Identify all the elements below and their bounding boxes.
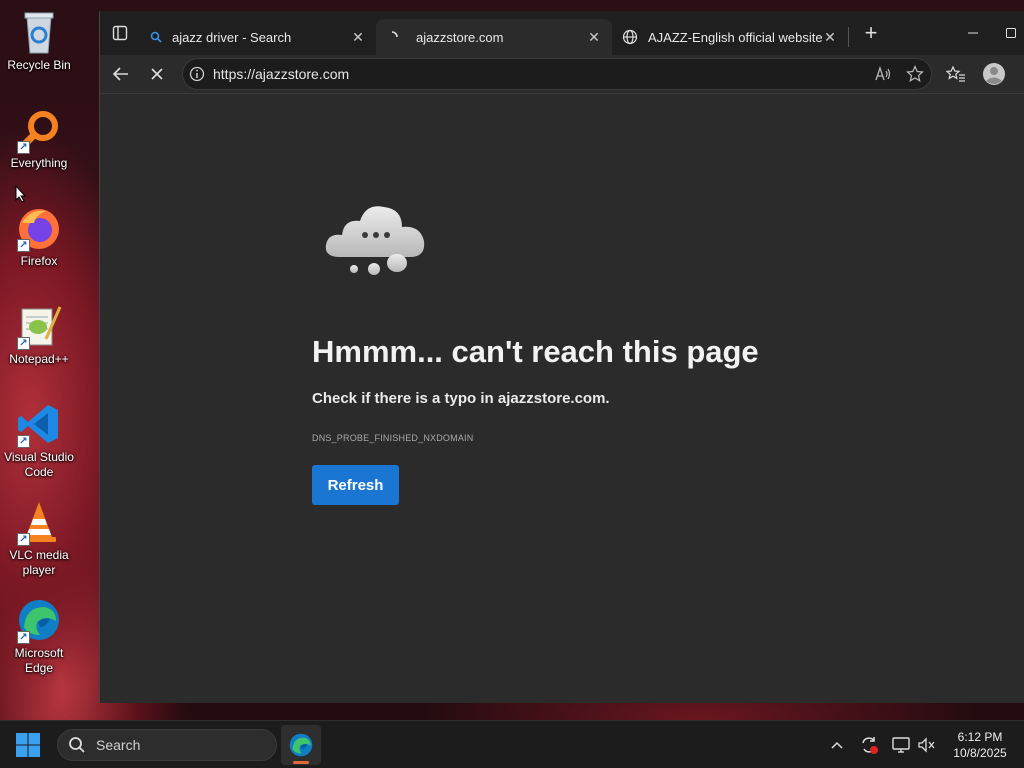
tab-actions-icon bbox=[112, 25, 128, 41]
search-icon bbox=[69, 737, 85, 753]
close-icon bbox=[151, 68, 163, 80]
minimize-button[interactable] bbox=[950, 11, 996, 55]
taskbar: Search 6:12 PM 10/8/2025 bbox=[0, 720, 1024, 768]
desktop-icon-vlc[interactable]: ↗ VLC media player bbox=[0, 498, 78, 578]
edge-icon bbox=[289, 733, 313, 757]
favorites-button[interactable] bbox=[938, 58, 974, 90]
shortcut-arrow-icon: ↗ bbox=[17, 337, 30, 350]
show-hidden-icons-button[interactable] bbox=[826, 721, 848, 768]
browser-toolbar: https://ajazzstore.com bbox=[100, 55, 1024, 93]
volume-button[interactable] bbox=[914, 721, 938, 768]
url-text[interactable]: https://ajazzstore.com bbox=[213, 66, 867, 82]
tab-search[interactable]: ajazz driver - Search ✕ bbox=[140, 19, 376, 55]
maximize-button[interactable] bbox=[996, 11, 1024, 55]
desktop-icon-everything[interactable]: ↗ Everything bbox=[0, 106, 78, 171]
shortcut-arrow-icon: ↗ bbox=[17, 533, 30, 546]
stop-loading-button[interactable] bbox=[139, 58, 175, 90]
desktop-icon-notepadpp[interactable]: ↗ Notepad++ bbox=[0, 302, 78, 367]
tab-actions-button[interactable] bbox=[100, 11, 140, 55]
network-button[interactable] bbox=[888, 721, 914, 768]
system-clock[interactable]: 6:12 PM 10/8/2025 bbox=[940, 729, 1020, 761]
tab-ajazzstore[interactable]: ajazzstore.com ✕ bbox=[376, 19, 612, 55]
shortcut-arrow-icon: ↗ bbox=[17, 435, 30, 448]
tab-ajazz-official[interactable]: AJAZZ-English official website ✕ bbox=[612, 19, 848, 55]
error-title: Hmmm... can't reach this page bbox=[312, 334, 759, 369]
edge-icon: ↗ bbox=[15, 596, 63, 644]
network-icon bbox=[892, 737, 910, 753]
desktop-icon-edge[interactable]: ↗ Microsoft Edge bbox=[0, 596, 78, 676]
globe-icon bbox=[622, 29, 638, 45]
tab-separator bbox=[848, 27, 849, 47]
tab-close-button[interactable]: ✕ bbox=[822, 29, 838, 46]
chevron-up-icon bbox=[831, 741, 843, 749]
desktop-icon-firefox[interactable]: ↗ Firefox bbox=[0, 204, 78, 269]
cloud-error-icon bbox=[325, 206, 425, 275]
notepad-plus-plus-icon: ↗ bbox=[15, 302, 63, 350]
desktop-icon-recycle-bin[interactable]: Recycle Bin bbox=[0, 8, 78, 73]
address-bar[interactable]: https://ajazzstore.com bbox=[182, 58, 932, 90]
search-icon bbox=[150, 31, 162, 43]
read-aloud-button[interactable] bbox=[867, 59, 899, 89]
sync-status-button[interactable] bbox=[856, 721, 882, 768]
back-arrow-icon bbox=[112, 67, 128, 81]
tab-close-button[interactable]: ✕ bbox=[586, 29, 602, 46]
favorite-button[interactable] bbox=[899, 59, 931, 89]
desktop-icon-vscode[interactable]: ↗ Visual Studio Code bbox=[0, 400, 78, 480]
vscode-icon: ↗ bbox=[15, 400, 63, 448]
new-tab-button[interactable]: + bbox=[853, 15, 889, 51]
info-icon[interactable] bbox=[189, 66, 205, 82]
start-button[interactable] bbox=[14, 731, 42, 759]
shortcut-arrow-icon: ↗ bbox=[17, 631, 30, 644]
active-app-indicator bbox=[293, 761, 309, 764]
tab-bar: ajazz driver - Search ✕ ajazzstore.com ✕… bbox=[100, 11, 1024, 55]
minimize-icon bbox=[968, 32, 978, 34]
maximize-icon bbox=[1005, 28, 1016, 38]
firefox-icon: ↗ bbox=[15, 204, 63, 252]
page-content: Hmmm... can't reach this page Check if t… bbox=[100, 93, 1024, 703]
volume-muted-icon bbox=[918, 737, 935, 753]
shortcut-arrow-icon: ↗ bbox=[17, 141, 30, 154]
tab-close-button[interactable]: ✕ bbox=[350, 29, 366, 46]
error-code: DNS_PROBE_FINISHED_NXDOMAIN bbox=[312, 433, 474, 443]
mouse-cursor-icon bbox=[15, 185, 27, 203]
loading-icon bbox=[391, 31, 398, 38]
avatar-icon bbox=[983, 63, 1005, 85]
error-message: Check if there is a typo in ajazzstore.c… bbox=[312, 390, 610, 407]
profile-button[interactable] bbox=[976, 58, 1012, 90]
back-button[interactable] bbox=[103, 58, 139, 90]
taskbar-search[interactable]: Search bbox=[57, 729, 277, 761]
star-icon bbox=[906, 65, 924, 83]
taskbar-edge[interactable] bbox=[281, 725, 321, 765]
read-aloud-icon bbox=[875, 66, 891, 81]
vlc-icon: ↗ bbox=[15, 498, 63, 546]
refresh-button[interactable]: Refresh bbox=[312, 465, 399, 505]
everything-search-icon: ↗ bbox=[15, 106, 63, 154]
sync-icon bbox=[862, 737, 878, 754]
browser-window: ajazz driver - Search ✕ ajazzstore.com ✕… bbox=[99, 11, 1024, 703]
recycle-bin-icon bbox=[15, 8, 63, 56]
favorites-icon bbox=[946, 65, 965, 82]
windows-logo-icon bbox=[16, 733, 40, 757]
shortcut-arrow-icon: ↗ bbox=[17, 239, 30, 252]
